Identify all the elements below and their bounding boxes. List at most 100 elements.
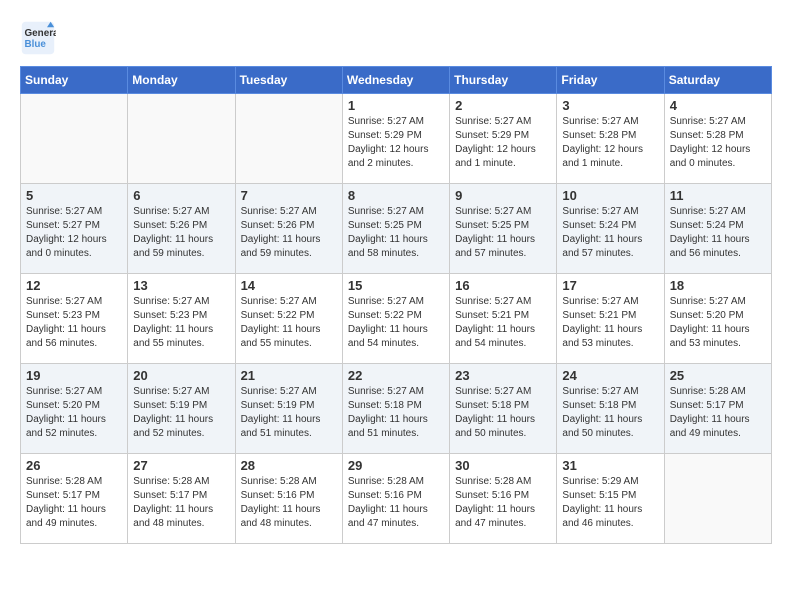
day-info: Sunrise: 5:27 AM Sunset: 5:27 PM Dayligh… [26,205,122,261]
calendar-cell: 15Sunrise: 5:27 AM Sunset: 5:22 PM Dayli… [342,274,449,364]
day-info: Sunrise: 5:27 AM Sunset: 5:18 PM Dayligh… [455,385,551,441]
calendar-cell: 9 Sunrise: 5:27 AM Sunset: 5:25 PM Daylig… [450,184,557,274]
day-info: Sunrise: 5:27 AM Sunset: 5:20 PM Dayligh… [670,295,766,351]
day-number: 15 [348,278,444,293]
day-number: 11 [670,188,766,203]
day-number: 6 [133,188,229,203]
calendar-cell: 25 Sunrise: 5:28 AM Sunset: 5:17 PM Dayli… [664,364,771,454]
day-number: 20 [133,368,229,383]
svg-text:Blue: Blue [25,39,47,50]
day-info: Sunrise: 5:27 AM Sunset: 5:26 PM Dayligh… [241,205,337,261]
weekday-header-sunday: Sunday [21,67,128,94]
calendar-cell: 30 Sunrise: 5:28 AM Sunset: 5:16 PM Dayli… [450,454,557,544]
day-number: 8 [348,188,444,203]
day-info: Sunrise: 5:27 AM Sunset: 5:28 PM Dayligh… [670,115,766,171]
calendar-cell: 27 Sunrise: 5:28 AM Sunset: 5:17 PM Dayli… [128,454,235,544]
day-info: Sunrise: 5:27 AM Sunset: 5:22 PM Dayligh… [241,295,337,351]
day-info: Sunrise: 5:28 AM Sunset: 5:16 PM Dayligh… [348,475,444,531]
calendar: SundayMondayTuesdayWednesdayThursdayFrid… [20,66,772,544]
day-info: Sunrise: 5:27 AM Sunset: 5:23 PM Dayligh… [133,295,229,351]
week-row-5: 26Sunrise: 5:28 AM Sunset: 5:17 PM Dayli… [21,454,772,544]
weekday-header-monday: Monday [128,67,235,94]
day-info: Sunrise: 5:27 AM Sunset: 5:25 PM Dayligh… [348,205,444,261]
day-info: Sunrise: 5:28 AM Sunset: 5:17 PM Dayligh… [670,385,766,441]
day-info: Sunrise: 5:28 AM Sunset: 5:16 PM Dayligh… [455,475,551,531]
logo-icon: General Blue [20,20,56,56]
day-info: Sunrise: 5:29 AM Sunset: 5:15 PM Dayligh… [562,475,658,531]
calendar-cell [128,94,235,184]
calendar-cell: 19 Sunrise: 5:27 AM Sunset: 5:20 PM Dayli… [21,364,128,454]
day-info: Sunrise: 5:28 AM Sunset: 5:16 PM Dayligh… [241,475,337,531]
day-info: Sunrise: 5:27 AM Sunset: 5:25 PM Dayligh… [455,205,551,261]
calendar-cell: 12 Sunrise: 5:27 AM Sunset: 5:23 PM Dayli… [21,274,128,364]
day-number: 7 [241,188,337,203]
calendar-cell: 17Sunrise: 5:27 AM Sunset: 5:21 PM Dayli… [557,274,664,364]
calendar-cell: 13 Sunrise: 5:27 AM Sunset: 5:23 PM Dayli… [128,274,235,364]
day-number: 13 [133,278,229,293]
day-number: 12 [26,278,122,293]
day-info: Sunrise: 5:27 AM Sunset: 5:21 PM Dayligh… [455,295,551,351]
day-info: Sunrise: 5:27 AM Sunset: 5:29 PM Dayligh… [348,115,444,171]
day-info: Sunrise: 5:27 AM Sunset: 5:26 PM Dayligh… [133,205,229,261]
calendar-cell: 23 Sunrise: 5:27 AM Sunset: 5:18 PM Dayli… [450,364,557,454]
week-row-1: 1 Sunrise: 5:27 AM Sunset: 5:29 PM Daylig… [21,94,772,184]
calendar-cell: 1 Sunrise: 5:27 AM Sunset: 5:29 PM Daylig… [342,94,449,184]
calendar-cell: 6 Sunrise: 5:27 AM Sunset: 5:26 PM Daylig… [128,184,235,274]
header: General Blue [20,20,772,56]
day-info: Sunrise: 5:27 AM Sunset: 5:29 PM Dayligh… [455,115,551,171]
week-row-4: 19 Sunrise: 5:27 AM Sunset: 5:20 PM Dayli… [21,364,772,454]
calendar-cell [21,94,128,184]
day-number: 31 [562,458,658,473]
day-info: Sunrise: 5:27 AM Sunset: 5:24 PM Dayligh… [562,205,658,261]
day-info: Sunrise: 5:28 AM Sunset: 5:17 PM Dayligh… [26,475,122,531]
day-info: Sunrise: 5:27 AM Sunset: 5:24 PM Dayligh… [670,205,766,261]
weekday-header-tuesday: Tuesday [235,67,342,94]
calendar-cell: 14 Sunrise: 5:27 AM Sunset: 5:22 PM Dayli… [235,274,342,364]
day-info: Sunrise: 5:27 AM Sunset: 5:28 PM Dayligh… [562,115,658,171]
day-info: Sunrise: 5:27 AM Sunset: 5:19 PM Dayligh… [133,385,229,441]
day-number: 16 [455,278,551,293]
day-info: Sunrise: 5:27 AM Sunset: 5:20 PM Dayligh… [26,385,122,441]
calendar-cell: 26Sunrise: 5:28 AM Sunset: 5:17 PM Dayli… [21,454,128,544]
calendar-cell: 5 Sunrise: 5:27 AM Sunset: 5:27 PM Daylig… [21,184,128,274]
day-number: 27 [133,458,229,473]
day-number: 19 [26,368,122,383]
calendar-cell: 20 Sunrise: 5:27 AM Sunset: 5:19 PM Dayli… [128,364,235,454]
day-info: Sunrise: 5:28 AM Sunset: 5:17 PM Dayligh… [133,475,229,531]
calendar-cell [664,454,771,544]
svg-text:General: General [25,28,57,39]
day-number: 29 [348,458,444,473]
calendar-cell: 7 Sunrise: 5:27 AM Sunset: 5:26 PM Daylig… [235,184,342,274]
logo: General Blue [20,20,60,56]
calendar-cell: 3 Sunrise: 5:27 AM Sunset: 5:28 PM Daylig… [557,94,664,184]
day-number: 3 [562,98,658,113]
weekday-header-wednesday: Wednesday [342,67,449,94]
day-info: Sunrise: 5:27 AM Sunset: 5:23 PM Dayligh… [26,295,122,351]
day-number: 4 [670,98,766,113]
day-number: 2 [455,98,551,113]
day-number: 25 [670,368,766,383]
week-row-3: 12 Sunrise: 5:27 AM Sunset: 5:23 PM Dayli… [21,274,772,364]
day-number: 17 [562,278,658,293]
day-number: 14 [241,278,337,293]
day-number: 30 [455,458,551,473]
weekday-header-row: SundayMondayTuesdayWednesdayThursdayFrid… [21,67,772,94]
weekday-header-saturday: Saturday [664,67,771,94]
calendar-cell: 28 Sunrise: 5:28 AM Sunset: 5:16 PM Dayli… [235,454,342,544]
day-number: 28 [241,458,337,473]
calendar-cell: 22 Sunrise: 5:27 AM Sunset: 5:18 PM Dayli… [342,364,449,454]
day-info: Sunrise: 5:27 AM Sunset: 5:18 PM Dayligh… [562,385,658,441]
calendar-cell: 10Sunrise: 5:27 AM Sunset: 5:24 PM Dayli… [557,184,664,274]
calendar-cell: 29 Sunrise: 5:28 AM Sunset: 5:16 PM Dayli… [342,454,449,544]
day-number: 5 [26,188,122,203]
calendar-cell: 21Sunrise: 5:27 AM Sunset: 5:19 PM Dayli… [235,364,342,454]
day-number: 9 [455,188,551,203]
calendar-cell: 24Sunrise: 5:27 AM Sunset: 5:18 PM Dayli… [557,364,664,454]
day-number: 23 [455,368,551,383]
day-info: Sunrise: 5:27 AM Sunset: 5:18 PM Dayligh… [348,385,444,441]
calendar-cell: 8 Sunrise: 5:27 AM Sunset: 5:25 PM Daylig… [342,184,449,274]
day-number: 21 [241,368,337,383]
calendar-cell: 11 Sunrise: 5:27 AM Sunset: 5:24 PM Dayli… [664,184,771,274]
day-number: 22 [348,368,444,383]
day-number: 1 [348,98,444,113]
